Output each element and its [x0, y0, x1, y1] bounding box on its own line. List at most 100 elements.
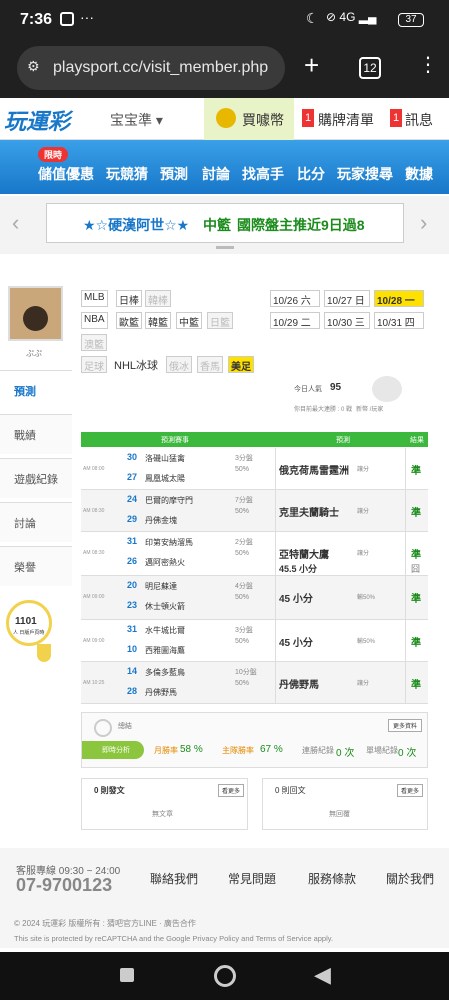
footer-terms[interactable]: 服務條款 — [308, 870, 356, 887]
table-row: AM 08:30 31 印第安納溜馬 26 邁阿密熱火 2分盤 50% 亞特蘭大鷹 讓分 準 45.… — [81, 532, 428, 576]
league-kbo[interactable]: 韓棒 — [145, 290, 171, 307]
date-1030[interactable]: 10/30 三 — [324, 312, 370, 329]
date-1031[interactable]: 10/31 四 — [374, 312, 424, 329]
prev-arrow-icon[interactable]: ‹ — [12, 210, 19, 236]
dog-face-icon — [23, 306, 48, 331]
spread-pct: 50% — [235, 466, 250, 473]
tab-predict[interactable]: 預測 — [0, 370, 72, 410]
next-arrow-icon[interactable]: › — [420, 210, 427, 236]
date-1028[interactable]: 10/28 一 — [374, 290, 424, 307]
footer-contact[interactable]: 聯絡我們 — [150, 870, 198, 887]
league-nfl[interactable]: 美足 — [228, 356, 254, 373]
main-nav: 限時 儲值優惠 玩競猜 預測 討論 找高手 比分 玩家搜尋 數據 — [0, 140, 449, 194]
away-rank: 20 — [127, 580, 138, 590]
nav-search-players[interactable]: 玩家搜尋 — [337, 164, 393, 184]
month-rate-value: 58 % — [180, 744, 203, 755]
away-team[interactable]: 水牛城比爾 — [145, 625, 185, 636]
menu-icon[interactable]: ⋮ — [418, 52, 438, 77]
col-result: 結果 — [410, 437, 424, 444]
buy-coins-label: 買噱幣 — [242, 112, 284, 128]
summary-label: 總結 — [118, 723, 132, 730]
league-khl[interactable]: 俄冰 — [166, 356, 192, 373]
result: 準 — [411, 680, 421, 691]
replies-more-button[interactable]: 看更多 — [397, 784, 424, 797]
result: 準 — [411, 466, 421, 477]
nav-data[interactable]: 數據 — [405, 164, 433, 184]
nav-contest[interactable]: 玩競猜 — [106, 164, 148, 184]
home-rank: 26 — [127, 556, 138, 566]
messages-link[interactable]: 訊息 — [405, 110, 433, 130]
home-team[interactable]: 丹佛金塊 — [145, 515, 177, 526]
away-rank: 31 — [127, 536, 138, 546]
date-1026[interactable]: 10/26 六 — [270, 290, 320, 307]
league-euro[interactable]: 歐籃 — [116, 312, 142, 329]
league-kbl[interactable]: 韓籃 — [145, 312, 171, 329]
date-1029[interactable]: 10/29 二 — [270, 312, 320, 329]
back-icon[interactable]: ◀ — [314, 962, 331, 988]
away-team[interactable]: 洛磯山猛禽 — [145, 453, 185, 464]
spread-pct: 50% — [235, 508, 250, 515]
more-data-button[interactable]: 更多資料 — [388, 719, 423, 732]
address-bar[interactable]: ⚙ playsport.cc/visit_member.php — [17, 46, 285, 90]
streak-note: 你目前最大連勝 : 0 戰 — [294, 407, 353, 413]
promo-link[interactable]: ★☆硬漢阿世☆★ 中籃 國際盤主推近9日過8 — [46, 203, 404, 243]
league-cba[interactable]: 中籃 — [176, 312, 202, 329]
league-horse[interactable]: 香馬 — [197, 356, 223, 373]
result-total: 囧 — [411, 564, 421, 574]
new-tab-icon[interactable]: + — [304, 50, 319, 81]
league-nhl[interactable]: NHL冰球 — [112, 356, 161, 373]
home-team[interactable]: 邁阿密熱火 — [145, 557, 185, 568]
home-team[interactable]: 鳳凰城太陽 — [145, 473, 185, 484]
tab-game-log[interactable]: 遊戲紀錄 — [0, 458, 72, 498]
streak-value: 0 次 — [336, 748, 355, 759]
table-row: AM 08:30 24 巴爾的摩守門 29 丹佛金塊 7分盤 50% 克里夫蘭騎士 讓分 準 — [81, 490, 428, 532]
home-icon[interactable] — [214, 965, 236, 987]
site-logo[interactable]: 玩運彩 — [4, 104, 70, 136]
league-bleague[interactable]: 日籃 — [207, 312, 233, 329]
cart-link[interactable]: 購牌清單 — [318, 110, 374, 130]
nav-predict[interactable]: 預測 — [160, 164, 188, 184]
recents-icon[interactable] — [120, 968, 134, 982]
fan-badge: 1101 人 日版戶頁時 — [6, 600, 52, 646]
home-team[interactable]: 西雅圖海鷹 — [145, 645, 185, 656]
divider — [405, 532, 406, 575]
divider — [275, 448, 276, 489]
league-npb[interactable]: 日棒 — [116, 290, 142, 307]
nav-topup[interactable]: 儲值優惠 — [38, 164, 94, 184]
realtime-pill[interactable]: 即時分析 — [82, 741, 144, 759]
copyright: © 2024 玩運彩 版權所有 : 猜吧官方LINE · 廣告合作 — [14, 919, 196, 928]
league-nbl[interactable]: 澳籃 — [81, 334, 107, 351]
league-nba[interactable]: NBA — [81, 312, 108, 329]
tab-record[interactable]: 戰績 — [0, 414, 72, 454]
away-rank: 31 — [127, 624, 138, 634]
status-time: 7:36 — [20, 11, 53, 28]
tab-honor[interactable]: 榮譽 — [0, 546, 72, 586]
footer-about[interactable]: 關於我們 — [386, 870, 434, 887]
user-dropdown[interactable]: 宝宝準 ▾ — [110, 110, 163, 130]
away-team[interactable]: 明尼蘇達 — [145, 581, 177, 592]
divider — [405, 448, 406, 489]
site-info-icon[interactable]: ⚙ — [27, 58, 40, 75]
date-1027[interactable]: 10/27 日 — [324, 290, 370, 307]
nav-forum[interactable]: 討論 — [202, 164, 230, 184]
away-team[interactable]: 巴爾的摩守門 — [145, 495, 193, 506]
nav-experts[interactable]: 找高手 — [242, 164, 284, 184]
home-team[interactable]: 休士頓火箭 — [145, 601, 185, 612]
away-rank: 14 — [127, 666, 138, 676]
away-team[interactable]: 多倫多藍鳥 — [145, 667, 185, 678]
result: 準 — [411, 638, 421, 649]
footer-faq[interactable]: 常見問題 — [228, 870, 276, 887]
nav-scores[interactable]: 比分 — [297, 164, 325, 184]
posts-more-button[interactable]: 看更多 — [218, 784, 245, 797]
game-time: AM 08:00 — [83, 466, 105, 472]
service-phone[interactable]: 07-9700123 — [16, 875, 112, 896]
home-team[interactable]: 丹佛野馬 — [145, 687, 177, 698]
tabs-button[interactable]: 12 — [359, 57, 381, 79]
tab-forum[interactable]: 討論 — [0, 502, 72, 542]
away-team[interactable]: 印第安納溜馬 — [145, 537, 193, 548]
league-soccer[interactable]: 足球 — [81, 356, 107, 373]
league-mlb[interactable]: MLB — [81, 290, 108, 307]
table-row: AM 10:25 14 多倫多藍鳥 28 丹佛野馬 10分盤 50% 丹佛野馬 讓分 準 — [81, 662, 428, 704]
pick-type: 讓分 — [357, 467, 370, 473]
buy-coins-button[interactable]: 買噱幣 — [204, 98, 294, 140]
